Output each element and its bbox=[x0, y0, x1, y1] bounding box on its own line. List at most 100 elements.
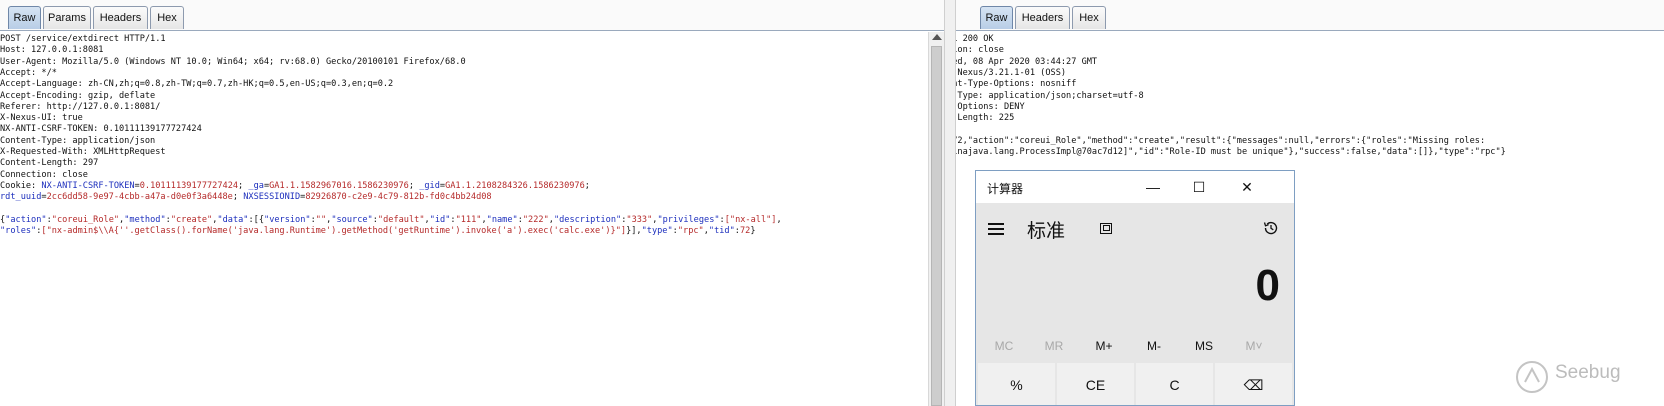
request-header-line: Accept-Language: zh-CN,zh;q=0.8,zh-TW;q=… bbox=[0, 79, 394, 90]
json-punct: , bbox=[776, 214, 782, 225]
calculator-title: 计算器 bbox=[987, 182, 1024, 196]
clear-button[interactable]: C bbox=[1136, 363, 1213, 405]
calculator-display: 0 bbox=[1255, 261, 1280, 310]
request-scrollbar[interactable] bbox=[928, 32, 944, 406]
json-value: "333" bbox=[626, 214, 653, 225]
cookie-label: Cookie: bbox=[0, 180, 42, 191]
calculator-titlebar[interactable]: 计算器 — ☐ ✕ bbox=[976, 171, 1294, 203]
cookie-value: GA1.1.2108284326.1586230976 bbox=[445, 180, 585, 191]
memory-button-ms[interactable]: MS bbox=[1178, 331, 1230, 361]
calculator-mode-label: 标准 bbox=[1027, 221, 1066, 242]
response-header-line: Date: Wed, 08 Apr 2020 03:44:27 GMT bbox=[956, 56, 1098, 67]
response-header-line: Server: Nexus/3.21.1-01 (OSS) bbox=[957, 67, 1067, 78]
memory-button-mminus[interactable]: M- bbox=[1128, 331, 1180, 361]
json-value: "rpc" bbox=[677, 226, 704, 237]
json-key: "name" bbox=[486, 214, 518, 225]
request-tab-raw[interactable]: Raw bbox=[8, 6, 41, 29]
response-header-line: X-Frame-Options: DENY bbox=[956, 101, 1025, 112]
cookie-name: _gid bbox=[419, 180, 440, 191]
request-header-line: Content-Type: application/json bbox=[0, 135, 156, 146]
json-key: "method" bbox=[124, 214, 166, 225]
json-key: "privileges" bbox=[657, 214, 720, 225]
request-header-line: Content-Length: 297 bbox=[0, 158, 99, 169]
pane-splitter[interactable] bbox=[944, 0, 956, 406]
response-tab-hex[interactable]: Hex bbox=[1072, 6, 1106, 29]
request-tabbar: Raw Params Headers Hex bbox=[0, 0, 944, 31]
scrollbar-thumb[interactable] bbox=[931, 46, 942, 406]
keep-on-top-icon[interactable] bbox=[1100, 223, 1112, 234]
maximize-button[interactable]: ☐ bbox=[1176, 171, 1222, 203]
cookie-sep: ; bbox=[232, 192, 244, 203]
response-header-line: Connection: close bbox=[956, 45, 1004, 56]
json-key: "description" bbox=[553, 214, 622, 225]
json-value: "222" bbox=[522, 214, 549, 225]
hamburger-menu-icon[interactable] bbox=[988, 223, 1004, 235]
request-header-line: POST /service/extdirect HTTP/1.1 bbox=[0, 34, 166, 44]
request-header-line: User-Agent: Mozilla/5.0 (Windows NT 10.0… bbox=[0, 56, 466, 67]
json-key: "id" bbox=[429, 214, 451, 225]
request-tab-params[interactable]: Params bbox=[43, 6, 91, 29]
seebug-logo-icon bbox=[1516, 361, 1548, 393]
cookie-line: Cookie: NX-ANTI-CSRF-TOKEN=0.10111139177… bbox=[0, 180, 595, 192]
memory-button-mc[interactable]: MC bbox=[978, 331, 1030, 361]
json-value: ["nx-all"] bbox=[724, 214, 777, 225]
response-header-line: HTTP/1.1 200 OK bbox=[956, 34, 994, 44]
json-punct: [{ bbox=[253, 214, 265, 225]
memory-button-mr[interactable]: MR bbox=[1028, 331, 1080, 361]
json-key: "type" bbox=[641, 226, 673, 237]
response-tab-headers[interactable]: Headers bbox=[1015, 6, 1070, 29]
json-value: "coreui_Role" bbox=[51, 214, 120, 225]
cookie-sep: ; bbox=[584, 180, 596, 191]
scroll-up-arrow-icon[interactable] bbox=[932, 34, 942, 40]
memory-button-mplus[interactable]: M+ bbox=[1078, 331, 1130, 361]
cookie-sep: ; bbox=[238, 180, 249, 191]
cookie-name: _ga bbox=[248, 180, 264, 191]
cookie-value: GA1.1.1582967016.1586230976 bbox=[269, 180, 409, 191]
response-header-line: X-Content-Type-Options: nosniff bbox=[956, 79, 1077, 90]
response-header-line: Content-Length: 225 bbox=[956, 113, 1015, 124]
calculator-key-row: % CE C ⌫ bbox=[978, 363, 1292, 405]
watermark-text: Seebug bbox=[1555, 362, 1621, 383]
json-key: "version" bbox=[264, 214, 311, 225]
cookie-value: 2cc6dd58-9e97-4cbb-a47a-d0e0f3a6448e bbox=[46, 192, 233, 203]
request-tab-headers[interactable]: Headers bbox=[93, 6, 148, 29]
cookie-sep: ; bbox=[408, 180, 420, 191]
clear-entry-button[interactable]: CE bbox=[1057, 363, 1134, 405]
request-editor[interactable]: POST /service/extdirect HTTP/1.1 Host: 12… bbox=[0, 32, 944, 406]
json-key: "data" bbox=[217, 214, 249, 225]
minimize-button[interactable]: — bbox=[1130, 171, 1176, 203]
history-icon[interactable] bbox=[1262, 219, 1280, 237]
json-key: "roles" bbox=[0, 226, 37, 237]
response-header-line: Content-Type: application/json;charset=u… bbox=[956, 90, 1144, 101]
backspace-button[interactable]: ⌫ bbox=[1215, 363, 1292, 405]
json-punct: }] bbox=[626, 226, 637, 237]
request-header-line: Accept-Encoding: gzip, deflate bbox=[0, 90, 156, 101]
request-header-line: Host: 127.0.0.1:8081 bbox=[0, 45, 104, 56]
json-value: 72 bbox=[739, 226, 751, 237]
request-header-line: X-Requested-With: XMLHttpRequest bbox=[0, 147, 166, 157]
cookie-value: 0.10111139177727424 bbox=[139, 180, 239, 191]
calculator-header: 标准 bbox=[976, 203, 1294, 253]
request-header-line: NX-ANTI-CSRF-TOKEN: 0.10111139177727424 bbox=[0, 124, 202, 135]
request-body-line: "roles":["nx-admin$\\A{''.getClass().for… bbox=[0, 225, 756, 237]
cookie-value: 82926870-c2e9-4c79-812b-fd0c4bb24d08 bbox=[305, 192, 492, 203]
request-header-line: Connection: close bbox=[0, 169, 88, 180]
percent-button[interactable]: % bbox=[978, 363, 1055, 405]
close-button[interactable]: ✕ bbox=[1224, 171, 1270, 203]
json-value: ["nx-admin$\\A{''.getClass().forName('ja… bbox=[41, 226, 627, 237]
request-body-line: {"action":"coreui_Role","method":"create… bbox=[0, 214, 782, 226]
calculator-window: 计算器 — ☐ ✕ 标准 0 MC MR M+ M- MS M˅ % CE C ⌫ bbox=[975, 170, 1295, 406]
memory-button-m[interactable]: M˅ bbox=[1228, 331, 1280, 361]
seebug-watermark: Seebug bbox=[1515, 360, 1655, 396]
request-header-line: X-Nexus-UI: true bbox=[0, 113, 83, 124]
memory-button-row: MC MR M+ M- MS M˅ bbox=[976, 331, 1294, 361]
json-value: "111" bbox=[455, 214, 482, 225]
request-tab-hex[interactable]: Hex bbox=[150, 6, 184, 29]
json-key: "tid" bbox=[708, 226, 735, 237]
response-tab-raw[interactable]: Raw bbox=[980, 6, 1013, 29]
json-key: "action" bbox=[5, 214, 47, 225]
cookie-name: NX-ANTI-CSRF-TOKEN bbox=[41, 180, 135, 191]
json-value: "default" bbox=[377, 214, 425, 225]
request-header-line: Referer: http://127.0.0.1:8081/ bbox=[0, 101, 161, 112]
json-value: "" bbox=[315, 214, 327, 225]
